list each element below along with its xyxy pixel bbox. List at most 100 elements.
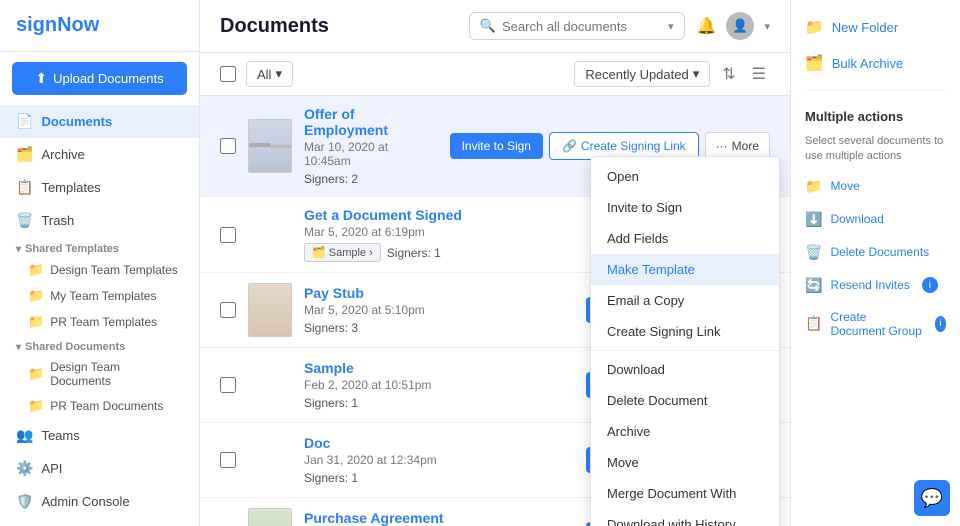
doc-thumbnail: [248, 283, 292, 337]
upload-section: ⬆ Upload Documents: [0, 52, 199, 105]
doc-info: Purchase Agreement Jan 28, 2020 at 3:42p…: [304, 510, 574, 526]
search-input[interactable]: [502, 19, 662, 34]
new-folder-action[interactable]: 📁 New Folder: [805, 14, 946, 40]
notification-icon[interactable]: 🔔: [697, 16, 717, 36]
doc-name[interactable]: Sample: [304, 360, 354, 376]
select-all-checkbox[interactable]: [220, 66, 236, 82]
delete-docs-icon: 🗑️: [805, 244, 822, 261]
context-menu-delete[interactable]: Delete Document: [591, 385, 779, 416]
upload-label: Upload Documents: [53, 71, 164, 86]
sidebar-item-teams[interactable]: 👥 Teams: [0, 419, 199, 452]
context-menu-archive[interactable]: Archive: [591, 416, 779, 447]
download-label: Download: [830, 212, 883, 226]
context-menu-add-fields[interactable]: Add Fields: [591, 223, 779, 254]
doc-checkbox[interactable]: [220, 227, 236, 243]
toolbar: All ▾ Recently Updated ▾ ⇅ ☰: [200, 53, 790, 96]
ellipsis-icon: ···: [716, 139, 728, 153]
context-menu: Open Invite to Sign Add Fields Make Temp…: [590, 156, 780, 526]
upload-button[interactable]: ⬆ Upload Documents: [12, 62, 187, 95]
doc-name[interactable]: Purchase Agreement: [304, 510, 444, 526]
bulk-archive-label: Bulk Archive: [832, 56, 904, 71]
context-menu-create-signing-link[interactable]: Create Signing Link: [591, 316, 779, 347]
doc-info: Pay Stub Mar 5, 2020 at 5:10pm Signers: …: [304, 285, 574, 335]
grid-view-button[interactable]: ☰: [748, 62, 770, 86]
doc-checkbox[interactable]: [220, 302, 236, 318]
sample-badge[interactable]: 🗂️ Sample ›: [304, 243, 381, 262]
doc-meta: Signers: 3: [304, 321, 574, 335]
sidebar-item-label: Trash: [41, 213, 74, 228]
context-menu-open[interactable]: Open: [591, 161, 779, 192]
panel-divider: [805, 90, 946, 91]
new-folder-icon: 📁: [805, 18, 824, 36]
doc-name[interactable]: Doc: [304, 435, 330, 451]
multiple-actions-desc: Select several documents to use multiple…: [805, 134, 946, 165]
avatar[interactable]: 👤: [726, 12, 754, 40]
create-group-icon: 📋: [805, 315, 822, 332]
doc-checkbox[interactable]: [220, 452, 236, 468]
search-dropdown-icon[interactable]: ▾: [668, 20, 674, 33]
doc-name[interactable]: Pay Stub: [304, 285, 364, 301]
sidebar: signNow ⬆ Upload Documents 📄 Documents 🗂…: [0, 0, 200, 526]
delete-docs-label: Delete Documents: [830, 245, 929, 259]
sidebar-item-archive[interactable]: 🗂️ Archive: [0, 138, 199, 171]
context-menu-merge[interactable]: Merge Document With: [591, 478, 779, 509]
shared-templates-label: Shared Templates: [25, 243, 119, 255]
sidebar-item-label: Templates: [41, 180, 100, 195]
shared-templates-section[interactable]: ▾ Shared Templates: [0, 237, 199, 257]
sidebar-item-templates[interactable]: 📋 Templates: [0, 171, 199, 204]
create-group-info-button[interactable]: i: [935, 316, 946, 332]
toolbar-right: Recently Updated ▾ ⇅ ☰: [574, 61, 770, 87]
filter-button[interactable]: All ▾: [246, 61, 293, 87]
main-header: Documents 🔍 ▾ 🔔 👤 ▾: [200, 0, 790, 53]
sidebar-item-documents[interactable]: 📄 Documents: [0, 105, 199, 138]
right-panel: 📁 New Folder 🗂️ Bulk Archive Multiple ac…: [790, 0, 960, 526]
create-doc-group-action[interactable]: 📋 Create Document Group i: [805, 307, 946, 341]
sidebar-item-add-user[interactable]: ➕ Add User: [0, 518, 199, 526]
shared-documents-section[interactable]: ▾ Shared Documents: [0, 335, 199, 355]
header-icons: 🔔 👤 ▾: [697, 12, 770, 40]
doc-signers: Signers: 1: [387, 246, 441, 260]
doc-thumbnail: [248, 119, 292, 173]
sidebar-item-admin-console[interactable]: 🛡️ Admin Console: [0, 485, 199, 518]
sidebar-item-trash[interactable]: 🗑️ Trash: [0, 204, 199, 237]
doc-name[interactable]: Get a Document Signed: [304, 207, 462, 223]
doc-checkbox[interactable]: [220, 138, 236, 154]
sidebar-item-design-team-docs[interactable]: 📁 Design Team Documents: [0, 355, 199, 393]
admin-icon: 🛡️: [16, 493, 33, 510]
folder-icon: 📁: [28, 262, 44, 278]
sidebar-item-pr-team-templates[interactable]: 📁 PR Team Templates: [0, 309, 199, 335]
bulk-archive-action[interactable]: 🗂️ Bulk Archive: [805, 50, 946, 76]
context-menu-move[interactable]: Move: [591, 447, 779, 478]
move-action[interactable]: 📁 Move: [805, 175, 946, 198]
context-menu-download[interactable]: Download: [591, 354, 779, 385]
main-area: Documents 🔍 ▾ 🔔 👤 ▾ All ▾: [200, 0, 790, 526]
chat-button[interactable]: 💬: [914, 480, 950, 516]
list-view-sort-button[interactable]: ⇅: [718, 62, 739, 86]
delete-documents-action[interactable]: 🗑️ Delete Documents: [805, 241, 946, 264]
resend-invites-action[interactable]: 🔄 Resend Invites i: [805, 274, 946, 297]
resend-label: Resend Invites: [830, 278, 909, 292]
sort-dropdown-icon: ▾: [693, 66, 700, 82]
resend-icon: 🔄: [805, 277, 822, 294]
context-menu-make-template[interactable]: Make Template: [591, 254, 779, 285]
sidebar-item-pr-team-docs[interactable]: 📁 PR Team Documents: [0, 393, 199, 419]
sidebar-item-my-team-templates[interactable]: 📁 My Team Templates: [0, 283, 199, 309]
doc-date: Mar 10, 2020 at 10:45am: [304, 140, 438, 168]
sort-button[interactable]: Recently Updated ▾: [574, 61, 710, 87]
chevron-icon: ▾: [16, 244, 21, 255]
doc-name[interactable]: Offer of Employment: [304, 106, 388, 138]
avatar-dropdown-icon[interactable]: ▾: [764, 20, 770, 33]
bulk-archive-icon: 🗂️: [805, 54, 824, 72]
sidebar-item-design-team-templates[interactable]: 📁 Design Team Templates: [0, 257, 199, 283]
context-menu-download-history[interactable]: Download with History: [591, 509, 779, 526]
doc-signers: Signers: 3: [304, 321, 358, 335]
resend-info-button[interactable]: i: [922, 277, 938, 293]
chevron-icon: ▾: [16, 342, 21, 353]
folder-icon: 📁: [28, 288, 44, 304]
invite-to-sign-button[interactable]: Invite to Sign: [450, 133, 543, 159]
download-action[interactable]: ⬇️ Download: [805, 208, 946, 231]
sidebar-item-api[interactable]: ⚙️ API: [0, 452, 199, 485]
context-menu-invite[interactable]: Invite to Sign: [591, 192, 779, 223]
context-menu-email-copy[interactable]: Email a Copy: [591, 285, 779, 316]
doc-checkbox[interactable]: [220, 377, 236, 393]
